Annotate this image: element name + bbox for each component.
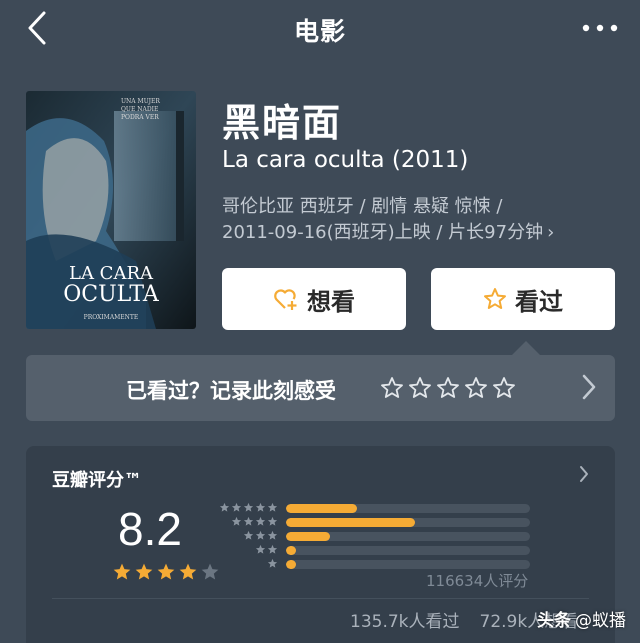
small-star-icon	[255, 502, 266, 512]
distribution-track	[286, 546, 530, 555]
distribution-track	[286, 504, 530, 513]
rate-prompt-bar[interactable]: 已看过？记录此刻感受	[26, 341, 615, 421]
movie-meta[interactable]: 哥伦比亚 西班牙 / 剧情 悬疑 惊悚 / 2011-09-16(西班牙)上映 …	[222, 194, 554, 246]
divider	[52, 598, 589, 599]
distribution-track	[286, 560, 530, 569]
distribution-stars	[255, 544, 278, 555]
distribution-row	[219, 502, 530, 514]
distribution-bar	[286, 532, 330, 541]
watched-label: 看过	[515, 287, 563, 316]
want-label: 想看	[307, 287, 355, 316]
distribution-stars	[267, 558, 278, 569]
svg-text:QUE NADIE: QUE NADIE	[121, 106, 158, 113]
more-dots-icon	[582, 24, 618, 32]
movie-poster[interactable]: UNA MUJER QUE NADIE PODRA VER LA CARA OC…	[26, 91, 196, 329]
distribution-bar	[286, 518, 416, 527]
small-star-icon	[231, 516, 242, 526]
distribution-row	[220, 558, 530, 570]
small-star-icon	[267, 530, 278, 540]
distribution-row	[220, 530, 530, 542]
distribution-row	[220, 544, 530, 556]
distribution-stars	[243, 530, 278, 541]
score-label: 豆瓣评分™	[52, 470, 142, 491]
chevron-right-icon	[581, 373, 597, 405]
douban-score-card[interactable]: 豆瓣评分™ 8.2 116634人评分 135.7k人看过 72.9k人想看	[26, 446, 615, 643]
poster-tagline: PROXIMAMENTE	[84, 314, 139, 321]
small-star-icon	[267, 558, 278, 568]
heart-plus-icon	[274, 289, 297, 310]
small-star-icon	[267, 544, 278, 554]
watermark: 头条 @蚁播	[537, 606, 626, 631]
meta-line-1: 哥伦比亚 西班牙 / 剧情 悬疑 惊悚 /	[222, 196, 503, 217]
chevron-right-icon	[579, 465, 589, 487]
small-star-icon	[267, 516, 278, 526]
distribution-bar	[286, 546, 296, 555]
rate-star-icon[interactable]	[492, 376, 516, 400]
movie-title: 黑暗面	[222, 101, 343, 145]
page-title: 电影	[293, 17, 346, 46]
small-star-icon	[255, 516, 266, 526]
rate-bar-pointer	[512, 341, 540, 355]
distribution-stars	[219, 502, 278, 513]
more-button[interactable]	[580, 16, 620, 40]
star-empty-icon	[201, 563, 219, 580]
distribution-bar	[286, 560, 296, 569]
score-value: 8.2	[118, 503, 182, 555]
want-to-watch-button[interactable]: 想看	[222, 268, 406, 330]
small-star-icon	[219, 502, 230, 512]
small-star-icon	[243, 516, 254, 526]
small-star-icon	[267, 502, 278, 512]
rating-distribution	[219, 502, 530, 572]
chevron-right-icon: ›	[547, 222, 555, 243]
small-star-icon	[255, 530, 266, 540]
rating-count: 116634人评分	[426, 572, 529, 590]
small-star-icon	[243, 502, 254, 512]
small-star-icon	[255, 544, 266, 554]
watermark-handle: @蚁播	[575, 611, 626, 631]
nav-bar: 电影	[0, 0, 640, 56]
svg-text:PODRA VER: PODRA VER	[121, 114, 159, 121]
small-star-icon	[243, 530, 254, 540]
small-star-icon	[231, 502, 242, 512]
watched-button[interactable]: 看过	[431, 268, 615, 330]
rate-star-icon[interactable]	[436, 376, 460, 400]
distribution-stars	[231, 516, 278, 527]
poster-title-line2: OCULTA	[63, 282, 160, 307]
rate-star-icon[interactable]	[464, 376, 488, 400]
distribution-track	[286, 532, 530, 541]
svg-text:UNA MUJER: UNA MUJER	[121, 98, 160, 105]
rate-star-icon[interactable]	[408, 376, 432, 400]
star-filled-icon	[135, 563, 153, 580]
watermark-brand: 头条	[537, 611, 571, 631]
rate-stars[interactable]	[380, 376, 516, 400]
distribution-row	[220, 516, 530, 528]
star-filled-icon	[179, 563, 197, 580]
score-stars	[112, 562, 220, 582]
watched-count: 135.7k人看过	[350, 612, 460, 632]
rate-prompt-text: 已看过？记录此刻感受	[126, 379, 336, 403]
poster-image: UNA MUJER QUE NADIE PODRA VER LA CARA OC…	[26, 91, 196, 329]
poster-title-line1: LA CARA	[69, 263, 154, 284]
movie-original-title: La cara oculta (2011)	[222, 147, 469, 173]
distribution-bar	[286, 504, 357, 513]
rate-star-icon[interactable]	[380, 376, 404, 400]
star-filled-icon	[157, 563, 175, 580]
distribution-track	[286, 518, 530, 527]
star-outline-icon	[484, 288, 506, 309]
star-filled-icon	[113, 563, 131, 580]
meta-line-2: 2011-09-16(西班牙)上映 / 片长97分钟	[222, 222, 544, 243]
